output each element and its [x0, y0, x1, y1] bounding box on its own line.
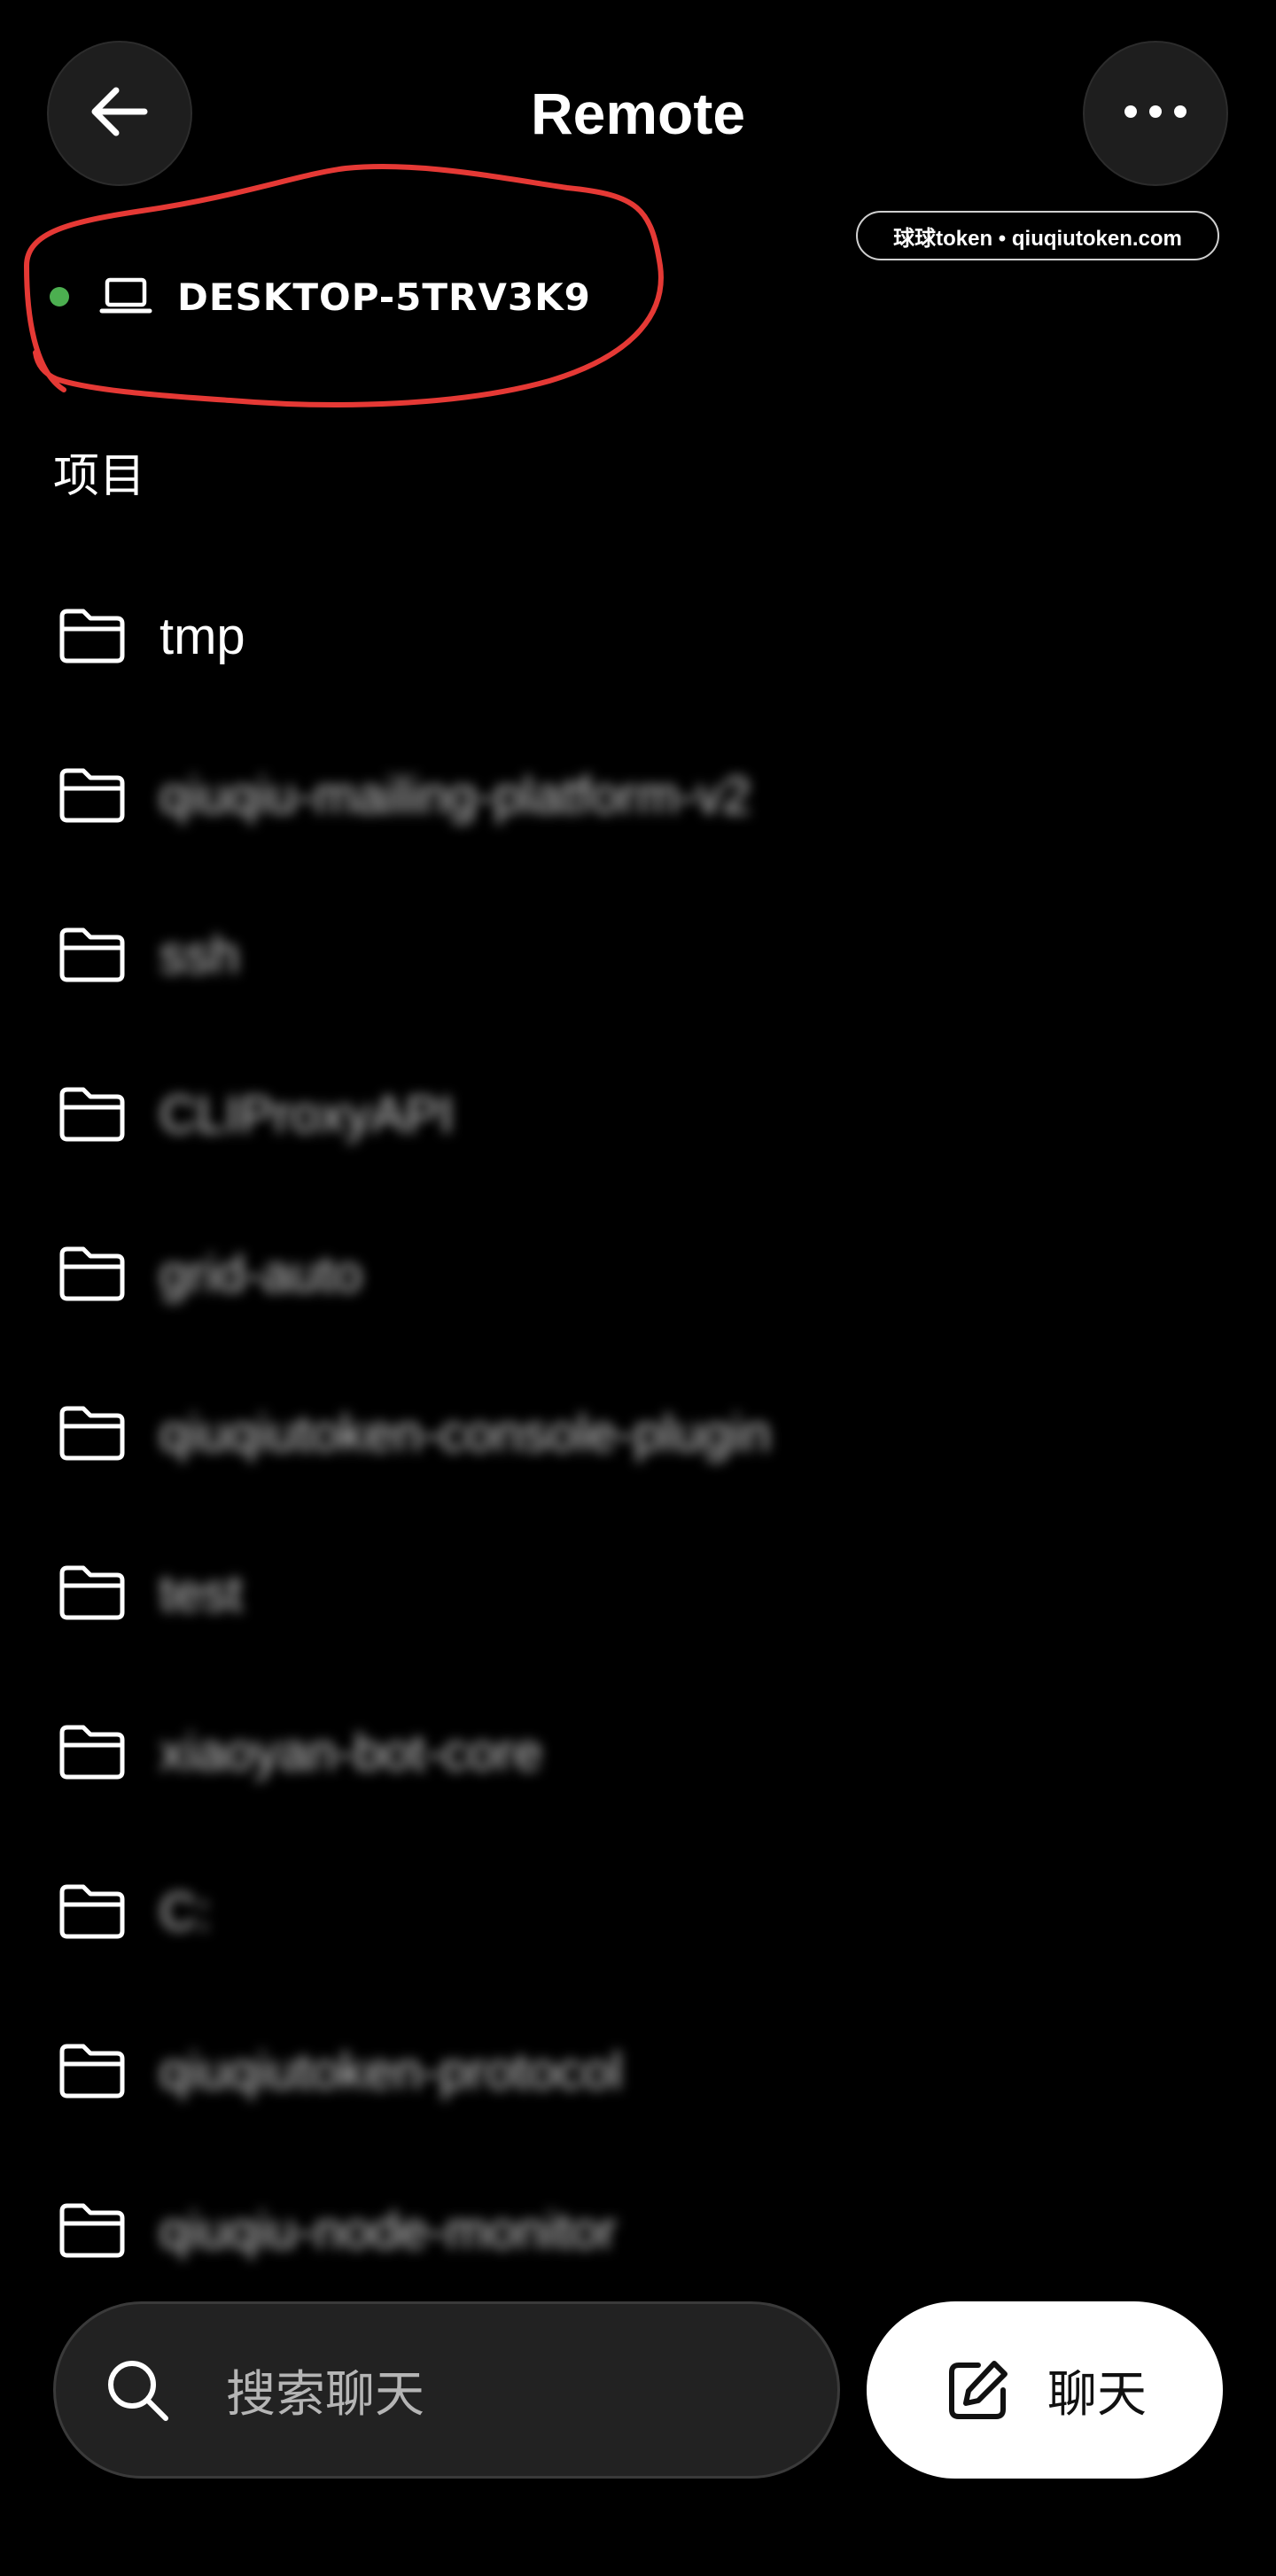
folder-name: qiuqiu-node-monitor	[160, 2201, 617, 2260]
folder-item[interactable]: test	[0, 1513, 1276, 1672]
new-chat-button[interactable]: 聊天	[867, 2301, 1223, 2479]
folder-name: CLIProxyAPI	[160, 1085, 454, 1144]
folder-item[interactable]: C:	[0, 1832, 1276, 1991]
folder-name: C:	[160, 1882, 211, 1941]
folder-icon	[59, 2044, 125, 2099]
watermark-badge: 球球token • qiuqiutoken.com	[856, 211, 1219, 260]
folder-name: test	[160, 1563, 243, 1622]
folder-icon	[59, 1246, 125, 1301]
chat-button-label: 聊天	[1047, 2365, 1147, 2424]
folder-item[interactable]: qiuqiu-node-monitor	[0, 2151, 1276, 2310]
folder-icon	[59, 2203, 125, 2258]
folder-name: grid-auto	[160, 1245, 362, 1303]
folder-icon	[59, 1087, 125, 1142]
folder-icon	[59, 1406, 125, 1461]
projects-section-label: 项目	[53, 450, 146, 503]
page-title: Remote	[530, 81, 746, 146]
folder-item[interactable]: qiuqiu-mailing-platform-v2	[0, 716, 1276, 875]
more-horizontal-icon	[1120, 101, 1191, 126]
online-status-dot	[50, 287, 69, 306]
search-chats-input[interactable]: 搜索聊天	[53, 2301, 840, 2479]
more-options-button[interactable]	[1083, 41, 1228, 186]
folder-item[interactable]: tmp	[0, 556, 1276, 716]
folder-name: qiuqiu-mailing-platform-v2	[160, 766, 751, 825]
folder-item[interactable]: qiuqiutoken-protocol	[0, 1991, 1276, 2151]
project-folder-list: tmp qiuqiu-mailing-platform-v2 ssh CLIPr…	[0, 556, 1276, 2470]
folder-item[interactable]: grid-auto	[0, 1194, 1276, 1354]
folder-name: ssh	[160, 926, 240, 984]
device-selector[interactable]: DESKTOP-5TRV3K9	[50, 266, 591, 328]
laptop-icon	[99, 275, 152, 318]
folder-icon	[59, 927, 125, 982]
folder-item[interactable]: qiuqiutoken-console-plugin	[0, 1354, 1276, 1513]
folder-item[interactable]: xiaoyan-bot-core	[0, 1672, 1276, 1832]
device-name: DESKTOP-5TRV3K9	[177, 275, 591, 319]
search-icon	[108, 2361, 168, 2421]
search-placeholder: 搜索聊天	[226, 2365, 424, 2424]
folder-name: tmp	[160, 607, 245, 665]
folder-icon	[59, 1884, 125, 1939]
folder-icon	[59, 609, 125, 663]
back-button[interactable]	[47, 41, 192, 186]
folder-name: qiuqiutoken-protocol	[160, 2042, 623, 2100]
folder-name: xiaoyan-bot-core	[160, 1723, 542, 1781]
folder-item[interactable]: ssh	[0, 875, 1276, 1035]
folder-item[interactable]: CLIProxyAPI	[0, 1035, 1276, 1194]
folder-icon	[59, 768, 125, 823]
compose-icon	[949, 2361, 1008, 2419]
folder-icon	[59, 1565, 125, 1620]
arrow-left-icon	[84, 76, 155, 151]
remote-screen: Remote 球球token • qiuqiutoken.com DESKTOP…	[0, 0, 1276, 2576]
folder-name: qiuqiutoken-console-plugin	[160, 1404, 772, 1463]
folder-icon	[59, 1725, 125, 1780]
